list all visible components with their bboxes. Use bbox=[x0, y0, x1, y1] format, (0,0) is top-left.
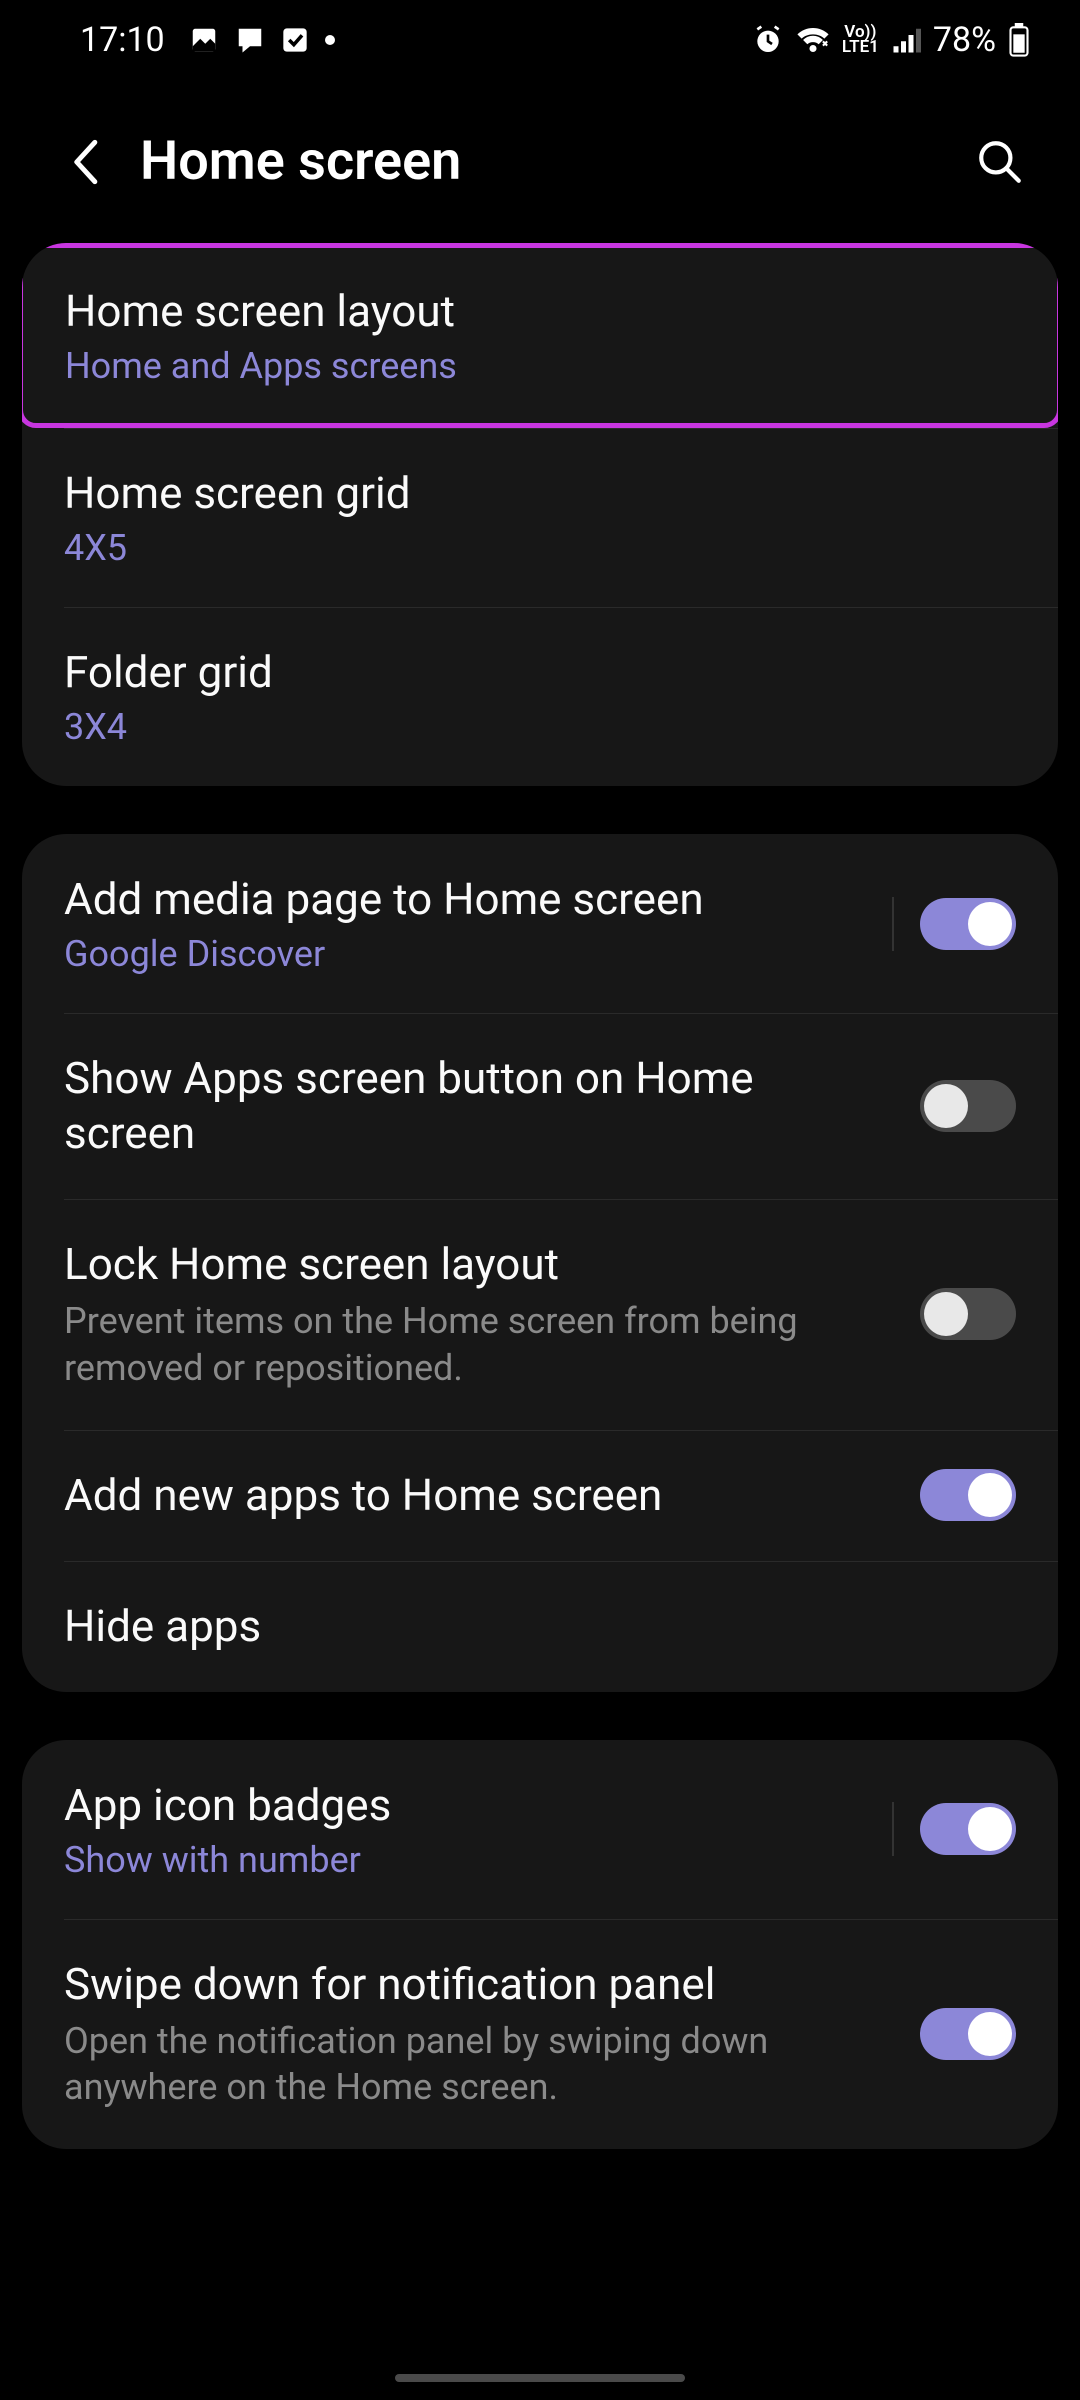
gesture-nav-handle[interactable] bbox=[395, 2374, 685, 2382]
setting-title: Add new apps to Home screen bbox=[64, 1468, 890, 1523]
settings-group-more: App icon badges Show with number Swipe d… bbox=[22, 1740, 1058, 2150]
volte-icon: Vo))LTE1 bbox=[842, 25, 879, 56]
more-notifications-dot-icon bbox=[325, 35, 335, 45]
apps-button-toggle[interactable] bbox=[920, 1080, 1016, 1132]
picture-icon bbox=[189, 25, 219, 55]
setting-subtitle: Google Discover bbox=[64, 933, 862, 975]
divider bbox=[892, 897, 894, 951]
hide-apps-row[interactable]: Hide apps bbox=[22, 1561, 1058, 1692]
status-bar: 17:10 Vo))LTE1 78% bbox=[0, 0, 1080, 80]
setting-title: Folder grid bbox=[64, 645, 1016, 700]
lock-layout-row[interactable]: Lock Home screen layout Prevent items on… bbox=[22, 1199, 1058, 1430]
status-right: Vo))LTE1 78% bbox=[752, 20, 1030, 60]
signal-icon bbox=[891, 25, 921, 55]
page-title: Home screen bbox=[140, 130, 970, 193]
header: Home screen bbox=[0, 80, 1080, 243]
setting-subtitle: 4X5 bbox=[64, 527, 1016, 569]
settings-group-options: Add media page to Home screen Google Dis… bbox=[22, 834, 1058, 1692]
back-button[interactable] bbox=[60, 137, 110, 187]
add-new-apps-row[interactable]: Add new apps to Home screen bbox=[22, 1430, 1058, 1561]
battery-percent: 78% bbox=[933, 20, 996, 60]
setting-subtitle: Show with number bbox=[64, 1839, 862, 1881]
setting-title: Add media page to Home screen bbox=[64, 872, 862, 927]
swipe-down-toggle[interactable] bbox=[920, 2008, 1016, 2060]
setting-title: Home screen grid bbox=[64, 466, 1016, 521]
folder-grid-row[interactable]: Folder grid 3X4 bbox=[22, 607, 1058, 786]
checkbox-icon bbox=[281, 26, 309, 54]
add-new-apps-toggle[interactable] bbox=[920, 1469, 1016, 1521]
setting-subtitle: Home and Apps screens bbox=[65, 345, 1015, 387]
swipe-down-row[interactable]: Swipe down for notification panel Open t… bbox=[22, 1919, 1058, 2150]
settings-group-layout: Home screen layout Home and Apps screens… bbox=[22, 243, 1058, 786]
setting-subtitle: 3X4 bbox=[64, 706, 1016, 748]
status-left: 17:10 bbox=[80, 20, 335, 60]
divider bbox=[892, 1802, 894, 1856]
message-icon bbox=[235, 25, 265, 55]
media-page-row[interactable]: Add media page to Home screen Google Dis… bbox=[22, 834, 1058, 1013]
chevron-left-icon bbox=[71, 139, 99, 185]
media-page-toggle[interactable] bbox=[920, 898, 1016, 950]
home-screen-layout-row[interactable]: Home screen layout Home and Apps screens bbox=[22, 243, 1058, 428]
setting-title: Swipe down for notification panel bbox=[64, 1957, 890, 2012]
app-icon-badges-row[interactable]: App icon badges Show with number bbox=[22, 1740, 1058, 1919]
setting-title: Home screen layout bbox=[65, 284, 1015, 339]
setting-title: Show Apps screen button on Home screen bbox=[64, 1051, 890, 1161]
home-screen-grid-row[interactable]: Home screen grid 4X5 bbox=[22, 428, 1058, 607]
setting-title: App icon badges bbox=[64, 1778, 862, 1833]
status-time: 17:10 bbox=[80, 20, 165, 60]
lock-layout-toggle[interactable] bbox=[920, 1288, 1016, 1340]
app-icon-badges-toggle[interactable] bbox=[920, 1803, 1016, 1855]
apps-button-row[interactable]: Show Apps screen button on Home screen bbox=[22, 1013, 1058, 1199]
setting-title: Lock Home screen layout bbox=[64, 1237, 890, 1292]
battery-icon bbox=[1008, 23, 1030, 57]
setting-subtitle: Prevent items on the Home screen from be… bbox=[64, 1298, 890, 1392]
wifi-icon bbox=[796, 25, 830, 55]
search-button[interactable] bbox=[970, 132, 1030, 192]
setting-title: Hide apps bbox=[64, 1599, 1016, 1654]
alarm-icon bbox=[752, 24, 784, 56]
setting-subtitle: Open the notification panel by swiping d… bbox=[64, 2018, 890, 2112]
search-icon bbox=[975, 137, 1025, 187]
